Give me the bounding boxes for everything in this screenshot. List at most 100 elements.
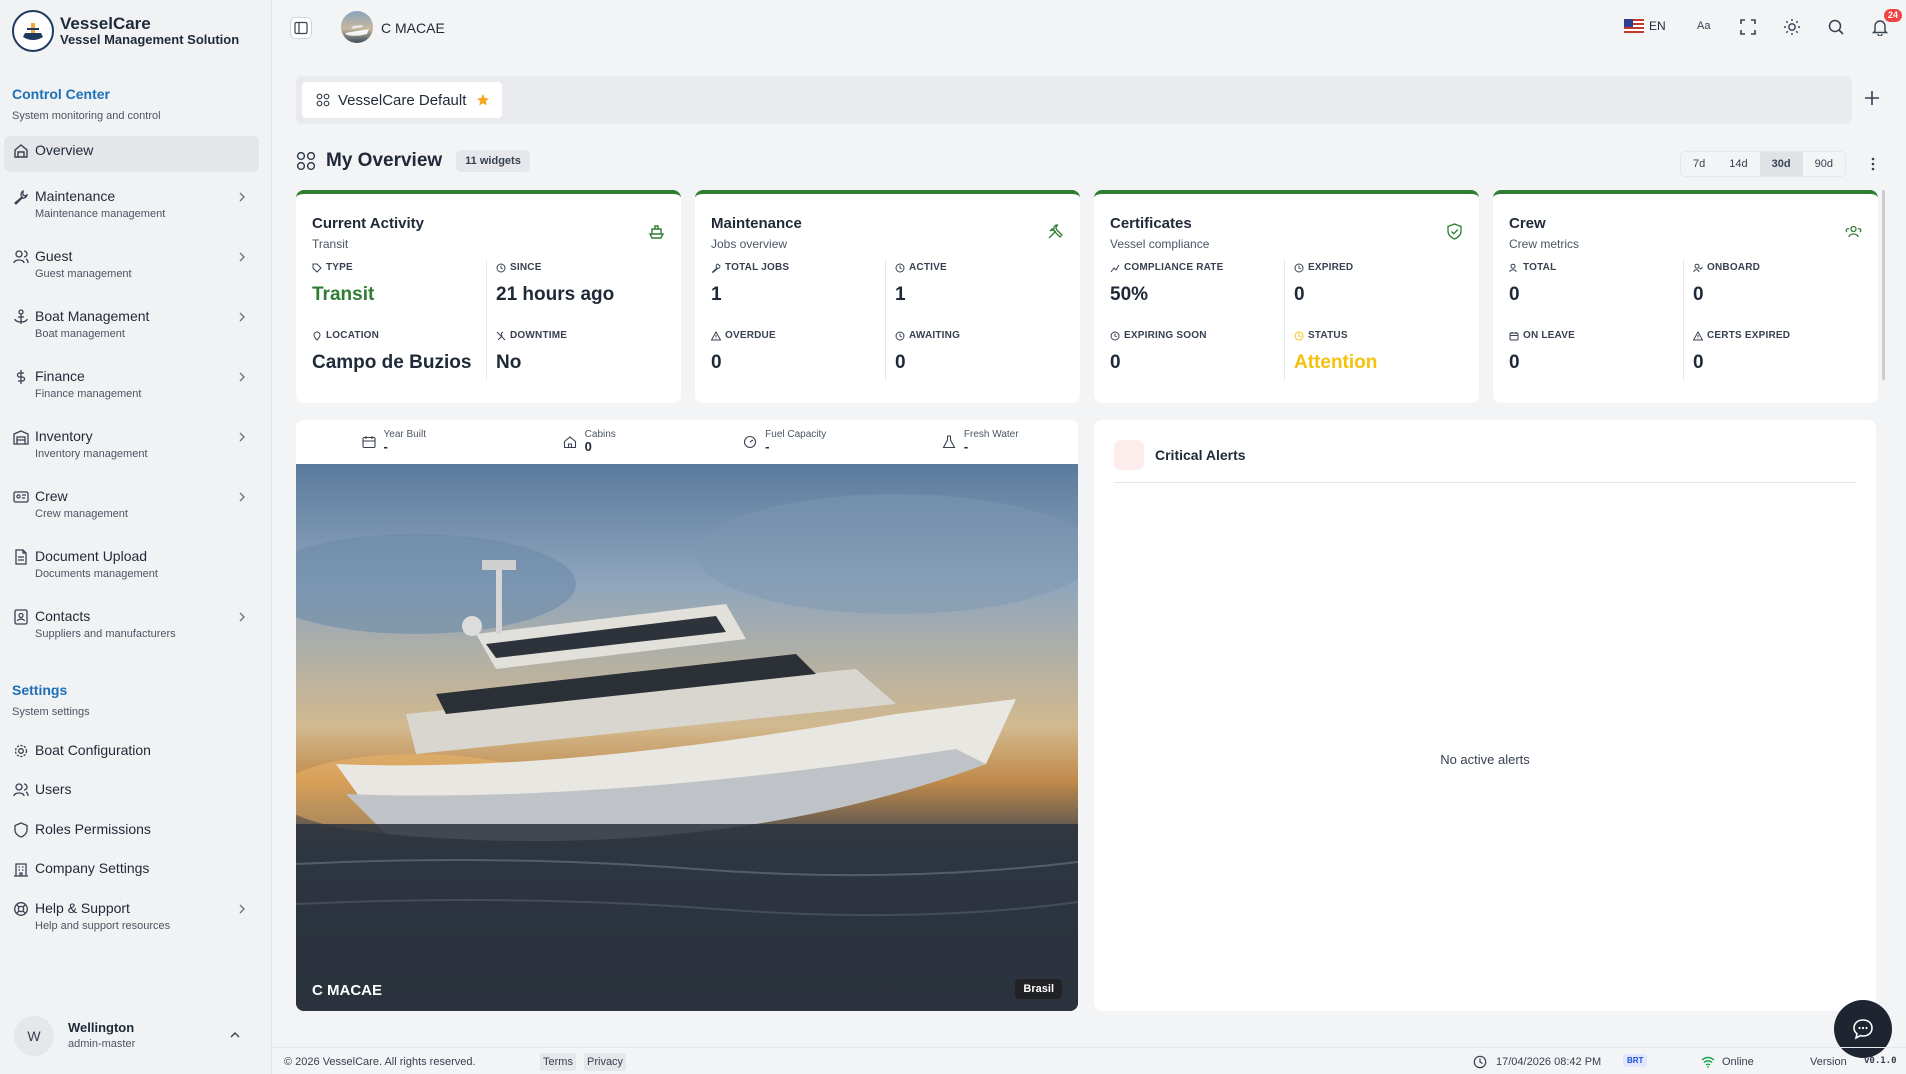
crew-onboard-value: 0 [1693,284,1704,305]
wrench-off-icon [496,331,506,340]
metric-label: EXPIRED [1294,262,1474,273]
time-range-selector: 7d 14d 30d 90d [1680,151,1846,177]
sidebar-panel-icon [294,21,308,35]
clock-icon [496,263,506,272]
vessel-photo[interactable]: C MACAE Brasil [296,464,1078,1011]
overview-header: My Overview 11 widgets [296,150,530,172]
card-subtitle: Jobs overview [711,237,788,251]
activity-downtime-value: No [496,352,522,373]
sidebar-item-company-settings[interactable]: Company Settings [4,854,259,882]
add-tab-icon[interactable] [1862,88,1882,108]
metric-label: COMPLIANCE RATE [1110,262,1290,273]
spec-label: Year Built [383,429,426,441]
sidebar-item-label: Guest [35,248,73,264]
vessel-specs: Year Built - Cabins 0 Fuel Capacity - Fresh… [296,420,1078,464]
sidebar-item-inventory[interactable]: Inventory Inventory management [4,422,259,466]
lifebuoy-icon [14,902,28,916]
sidebar-item-label: Company Settings [35,860,150,876]
more-vertical-icon[interactable] [1868,156,1878,172]
user-name: Wellington [68,1020,135,1036]
sidebar-item-label: Users [35,781,72,797]
tab-vesselcare-default[interactable]: VesselCare Default [302,82,502,118]
content-scrollbar[interactable] [1882,190,1885,380]
certificates-card[interactable]: Certificates Vessel compliance COMPLIANC… [1094,190,1479,403]
sidebar-item-label: Document Upload [35,548,148,564]
sidebar-item-roles-permissions[interactable]: Roles Permissions [4,815,259,843]
clock-icon [895,263,905,272]
users-icon [13,783,29,797]
sidebar-item-maintenance[interactable]: Maintenance Maintenance management [4,182,259,226]
search-icon[interactable] [1827,18,1845,36]
card-subtitle: Crew metrics [1509,237,1580,251]
vessel-photo-name: C MACAE [312,982,382,999]
ship-icon [648,225,665,239]
sidebar-item-desc: Suppliers and manufacturers [35,628,176,640]
brand[interactable]: VesselCare Vessel Management Solution [12,10,239,52]
crew-card[interactable]: Crew Crew metrics TOTAL 0 ONBOARD 0 ON L… [1493,190,1878,403]
sidebar-toggle-button[interactable] [290,17,312,39]
card-subtitle: Transit [312,237,349,251]
range-90d-button[interactable]: 90d [1803,152,1845,176]
range-14d-button[interactable]: 14d [1717,152,1759,176]
warehouse-icon [13,430,29,445]
sidebar-item-label: Overview [35,142,94,158]
privacy-link[interactable]: Privacy [584,1053,627,1071]
metric-label: CERTS EXPIRED [1693,330,1873,341]
activity-type-value: Transit [312,284,375,305]
spec-cabins: Cabins 0 [492,420,688,464]
current-activity-card[interactable]: Current Activity Transit TYPE Transit SI… [296,190,681,403]
brand-subtitle: Vessel Management Solution [60,32,240,48]
crew-group-icon [1845,225,1862,238]
range-7d-button[interactable]: 7d [1681,152,1717,176]
total-jobs-value: 1 [711,284,722,305]
card-title: Crew [1509,215,1546,232]
user-menu[interactable]: W Wellington admin-master [14,1016,254,1056]
sidebar: VesselCare Vessel Management Solution Co… [0,0,272,1074]
users-icon [1509,263,1517,272]
avatar: W [14,1016,54,1056]
chevron-right-icon [239,372,245,382]
awaiting-jobs-value: 0 [895,352,906,373]
vessel-avatar[interactable] [341,11,373,43]
font-size-button[interactable]: Aa [1697,20,1715,38]
sun-icon[interactable] [1783,18,1801,36]
yacht-thumbnail-icon [345,25,369,36]
sidebar-item-label: Contacts [35,608,91,624]
spec-fresh-water: Fresh Water - [883,420,1079,464]
sidebar-item-guest[interactable]: Guest Guest management [4,242,259,286]
fullscreen-icon[interactable] [1739,18,1757,36]
sidebar-item-desc: Help and support resources [35,920,171,932]
terms-link[interactable]: Terms [540,1053,576,1071]
sidebar-item-help-support[interactable]: Help & Support Help and support resource… [4,894,259,938]
card-title: Current Activity [312,215,424,232]
yacht-illustration-icon [296,494,1078,1011]
star-icon[interactable] [476,93,490,107]
vessel-selector[interactable]: C MACAE [381,20,445,36]
status-clock-icon [1294,331,1304,340]
compliance-rate-value: 50% [1110,284,1149,305]
sidebar-item-contacts[interactable]: Contacts Suppliers and manufacturers [4,602,259,646]
page-title: My Overview [326,150,443,171]
sidebar-item-desc: Crew management [35,508,128,520]
widget-count-badge: 11 widgets [456,150,530,172]
range-30d-button[interactable]: 30d [1759,152,1803,176]
active-jobs-value: 1 [895,284,906,305]
sidebar-item-boat-management[interactable]: Boat Management Boat management [4,302,259,346]
sidebar-item-label: Help & Support [35,900,130,916]
activity-since-value: 21 hours ago [496,284,615,305]
sidebar-item-finance[interactable]: Finance Finance management [4,362,259,406]
metric-label: STATUS [1294,330,1474,341]
sidebar-item-boat-configuration[interactable]: Boat Configuration [4,736,259,764]
control-center-title: Control Center [12,86,110,102]
sidebar-item-document-upload[interactable]: Document Upload Documents management [4,542,259,586]
expiring-soon-value: 0 [1110,352,1121,373]
maintenance-card[interactable]: Maintenance Jobs overview TOTAL JOBS 1 A… [695,190,1080,403]
sidebar-item-crew[interactable]: Crew Crew management [4,482,259,526]
warning-icon [1693,330,1703,340]
chevron-right-icon [239,904,245,914]
spec-fuel-capacity: Fuel Capacity - [687,420,883,464]
timezone-badge: BRT [1623,1054,1648,1067]
language-code: EN [1649,19,1666,33]
sidebar-item-overview[interactable]: Overview [4,136,259,172]
sidebar-item-users[interactable]: Users [4,775,259,803]
